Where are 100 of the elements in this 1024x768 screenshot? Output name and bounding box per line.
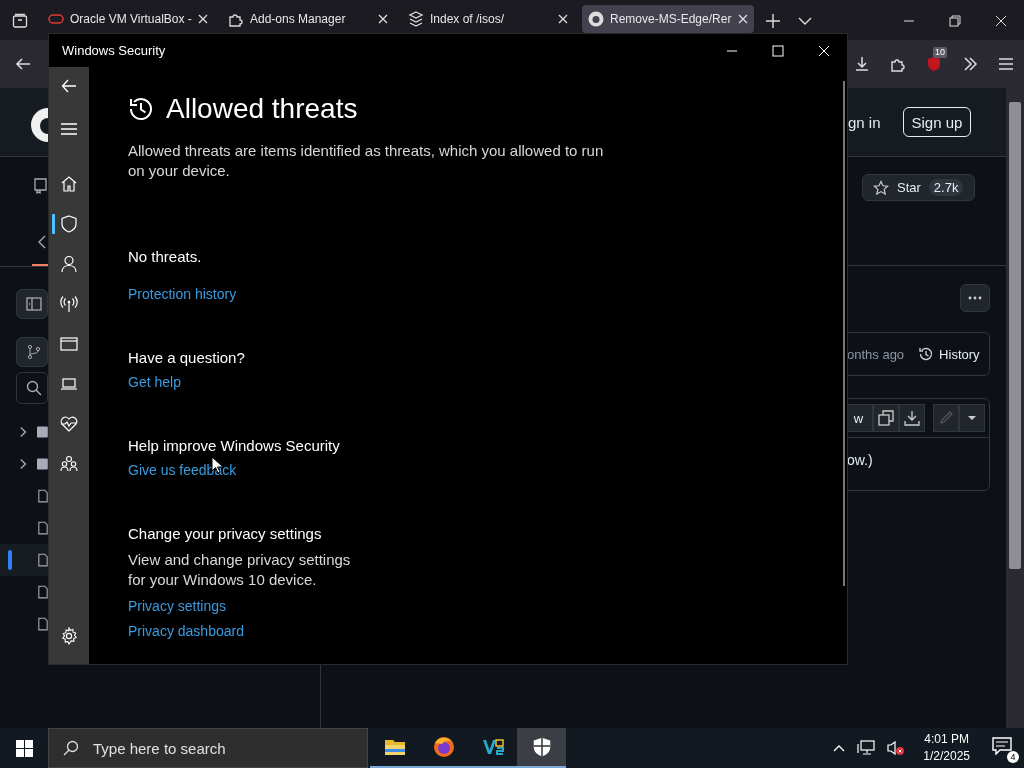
- tab-list-icon[interactable]: [12, 13, 28, 29]
- muted-speaker-icon[interactable]: [887, 740, 906, 756]
- close-icon[interactable]: [378, 14, 388, 24]
- dropdown-button[interactable]: [959, 404, 985, 432]
- person-icon: [60, 255, 78, 273]
- scrollbar-thumb[interactable]: [1009, 102, 1021, 569]
- folder-icon: [37, 425, 48, 439]
- close-icon[interactable]: [738, 14, 748, 24]
- file-tree-row[interactable]: [0, 544, 48, 576]
- puzzle-icon[interactable]: [890, 56, 906, 72]
- copy-icon: [878, 410, 894, 426]
- shield-icon: [60, 215, 78, 233]
- download-button[interactable]: [899, 404, 925, 432]
- window-icon: [60, 335, 78, 353]
- copy-button[interactable]: [873, 404, 899, 432]
- history-button[interactable]: History: [918, 346, 980, 362]
- folder-icon: [37, 457, 48, 471]
- puzzle-icon: [228, 11, 244, 27]
- clock-date[interactable]: 1/2/2025: [923, 748, 970, 765]
- description-text: Allowed threats are items identified as threats, which you allowed to run on your device.: [128, 141, 605, 181]
- chevron-up-icon[interactable]: [833, 744, 846, 752]
- sidebar-icon: [26, 296, 42, 312]
- browser-tab[interactable]: Index of /isos/: [402, 5, 574, 33]
- file-icon: [38, 616, 48, 632]
- star-button[interactable]: Star 2.7k: [862, 174, 975, 201]
- stack-icon: [408, 11, 424, 27]
- file-icon: [38, 584, 48, 600]
- notification-icon[interactable]: [992, 737, 1012, 755]
- taskbar-app-button[interactable]: [517, 728, 566, 768]
- browser-tab[interactable]: Oracle VM VirtualBox -: [42, 5, 214, 33]
- sidebar-toggle-button[interactable]: [16, 289, 48, 319]
- page-heading: Allowed threats: [166, 92, 358, 126]
- section-link[interactable]: Give us feedback: [128, 462, 237, 478]
- download-icon[interactable]: [854, 56, 870, 72]
- close-icon[interactable]: [558, 14, 568, 24]
- section-heading: Help improve Windows Security: [128, 437, 341, 454]
- pencil-icon: [938, 410, 954, 426]
- section-link[interactable]: Get help: [128, 374, 181, 390]
- restore-icon[interactable]: [949, 15, 961, 27]
- tab-title: Index of /isos/: [430, 12, 505, 26]
- download-icon: [904, 410, 920, 426]
- ellipsis-icon: [968, 296, 982, 300]
- rounded-rectangle-icon: [48, 11, 64, 27]
- antenna-icon: [60, 295, 78, 313]
- settings-icon: [60, 627, 78, 645]
- chevron-left-icon[interactable]: [38, 235, 46, 249]
- tab-title: Add-ons Manager: [250, 12, 346, 26]
- menu-icon[interactable]: [998, 56, 1014, 72]
- heart-icon: [60, 415, 78, 433]
- search-field[interactable]: [16, 372, 48, 404]
- more-options-button[interactable]: [960, 284, 990, 312]
- raw-button[interactable]: w: [847, 404, 873, 432]
- chevron-right-icon[interactable]: [20, 458, 28, 470]
- tab-title: Remove-MS-Edge/Rer: [610, 12, 732, 26]
- back-arrow-icon[interactable]: [15, 56, 31, 72]
- repository-icon: [32, 178, 48, 194]
- star-count: 2.7k: [928, 179, 964, 196]
- notification-count: 4: [1007, 751, 1019, 763]
- windows-start-icon[interactable]: [16, 739, 33, 757]
- branch-button[interactable]: [16, 337, 48, 367]
- menu-icon[interactable]: [61, 122, 77, 136]
- browser-tab[interactable]: Add-ons Manager: [222, 5, 394, 33]
- section-link[interactable]: Privacy settings: [128, 598, 227, 614]
- close-icon[interactable]: [995, 15, 1007, 27]
- search-placeholder: Type here to search: [93, 739, 226, 757]
- browser-logo-icon: [431, 735, 456, 759]
- commit-time: onths ago: [847, 346, 905, 362]
- browser-tab[interactable]: Remove-MS-Edge/Rer: [582, 5, 754, 33]
- double-chevron-icon[interactable]: [962, 56, 978, 72]
- laptop-icon: [60, 375, 78, 393]
- status-text: No threats.: [128, 248, 203, 265]
- file-icon: [38, 520, 48, 536]
- section-link[interactable]: Privacy dashboard: [128, 623, 244, 639]
- star-icon: [873, 179, 889, 196]
- file-icon: [38, 552, 48, 568]
- chevron-down-icon[interactable]: [798, 17, 812, 25]
- history-icon: [918, 346, 935, 362]
- home-icon: [60, 175, 78, 193]
- section-text: View and change privacy settings for your Windows 10 device.: [128, 550, 352, 590]
- history-icon: [128, 96, 154, 122]
- section-heading: Change your privacy settings: [128, 525, 323, 542]
- window-title: Windows Security: [62, 43, 166, 58]
- clock-time[interactable]: 4:01 PM: [924, 731, 969, 748]
- family-icon: [60, 455, 78, 473]
- new-tab-icon[interactable]: [766, 14, 780, 28]
- taskbar-search-field[interactable]: Type here to search: [48, 728, 368, 768]
- network-icon[interactable]: [857, 740, 876, 756]
- back-arrow-icon[interactable]: [61, 78, 77, 94]
- caret-icon: [967, 415, 977, 421]
- sign-up-button[interactable]: Sign up: [902, 107, 972, 137]
- protection-history-link[interactable]: Protection history: [128, 286, 237, 302]
- branch-icon: [26, 344, 42, 360]
- file-text: ow.): [847, 451, 874, 468]
- search-icon: [26, 380, 42, 396]
- tab-title: Oracle VM VirtualBox -: [70, 12, 192, 26]
- sign-in-link[interactable]: gn in: [848, 113, 881, 131]
- maximize-icon[interactable]: [772, 44, 784, 57]
- close-icon[interactable]: [198, 14, 208, 24]
- chevron-right-icon[interactable]: [20, 426, 28, 438]
- file-icon: [38, 488, 48, 504]
